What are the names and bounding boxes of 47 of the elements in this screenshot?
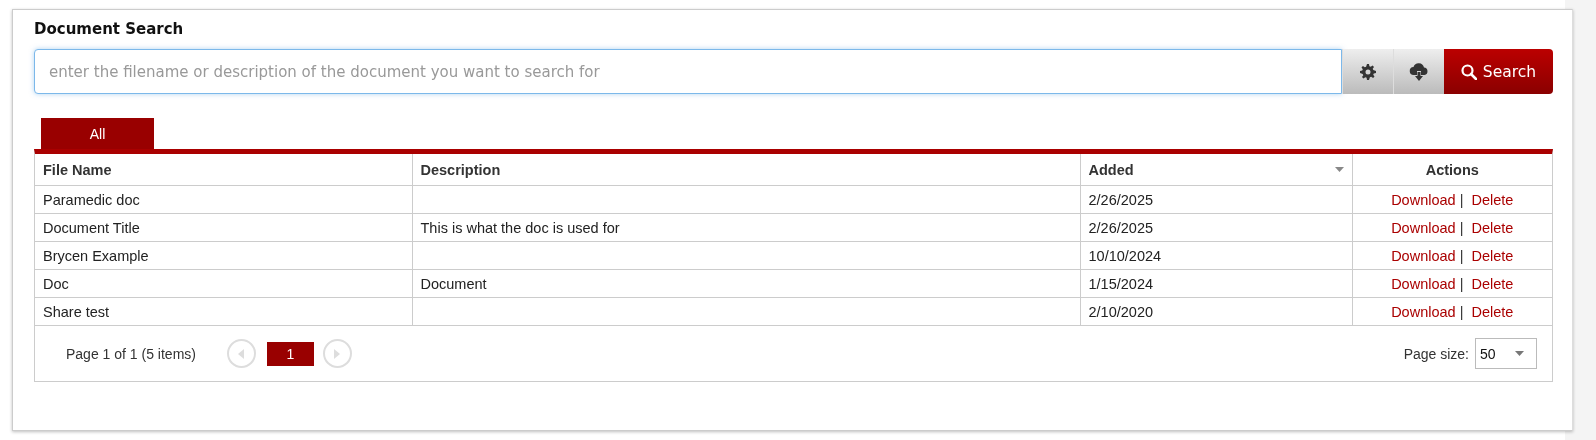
table-cell: Brycen Example bbox=[35, 241, 412, 270]
download-link[interactable]: Download bbox=[1391, 275, 1456, 292]
download-link[interactable]: Download bbox=[1391, 303, 1456, 320]
table-cell: 10/10/2024 bbox=[1080, 241, 1352, 270]
table-cell: 2/26/2025 bbox=[1080, 185, 1352, 214]
right-arrow-icon bbox=[334, 348, 341, 359]
tab[interactable]: All bbox=[41, 118, 154, 149]
delete-link[interactable]: Delete bbox=[1471, 275, 1514, 292]
column-header[interactable]: Description bbox=[412, 154, 1080, 186]
download-link[interactable]: Download bbox=[1391, 219, 1456, 236]
delete-link[interactable]: Delete bbox=[1471, 247, 1514, 264]
page-button[interactable]: 1 bbox=[266, 341, 314, 366]
search-button[interactable]: Search bbox=[1444, 49, 1553, 94]
separator: | bbox=[1459, 247, 1464, 264]
page-info: Page 1 of 1 (5 items) bbox=[66, 345, 196, 362]
table-cell: Share test bbox=[35, 297, 412, 326]
table-cell: This is what the doc is used for bbox=[412, 213, 1080, 242]
column-header[interactable]: Actions bbox=[1352, 154, 1552, 186]
delete-link[interactable]: Delete bbox=[1471, 303, 1514, 320]
separator: | bbox=[1459, 303, 1464, 320]
delete-link[interactable]: Delete bbox=[1471, 191, 1514, 208]
page-size-label: Page size: bbox=[1403, 345, 1469, 362]
table-cell: Paramedic doc bbox=[35, 185, 412, 214]
settings-button[interactable] bbox=[1342, 49, 1393, 94]
download-link[interactable]: Download bbox=[1391, 191, 1456, 208]
table-cell: Document bbox=[412, 269, 1080, 298]
separator: | bbox=[1459, 191, 1464, 208]
download-link[interactable]: Download bbox=[1391, 247, 1456, 264]
search-icon bbox=[1460, 63, 1477, 80]
separator: | bbox=[1459, 275, 1464, 292]
table-cell: 2/10/2020 bbox=[1080, 297, 1352, 326]
caret-icon bbox=[1515, 351, 1524, 356]
section-title: Document Search bbox=[34, 19, 185, 40]
table-cell: Doc bbox=[35, 269, 412, 298]
search-field[interactable]: enter the filename or description of the document you want to search for bbox=[34, 49, 1342, 94]
download-button[interactable] bbox=[1393, 49, 1444, 94]
delete-link[interactable]: Delete bbox=[1471, 219, 1514, 236]
table-cell: Document Title bbox=[35, 213, 412, 242]
column-header[interactable]: Added bbox=[1080, 154, 1352, 186]
separator: | bbox=[1459, 219, 1464, 236]
table-cell: 1/15/2024 bbox=[1080, 269, 1352, 298]
page-size-dropdown[interactable]: 50 bbox=[1475, 338, 1537, 369]
cloud-download-icon bbox=[1409, 62, 1429, 81]
settings-icon bbox=[1360, 63, 1376, 80]
table-cell: 2/26/2025 bbox=[1080, 213, 1352, 242]
left-arrow-icon bbox=[238, 348, 245, 359]
column-header[interactable]: File Name bbox=[35, 154, 412, 186]
